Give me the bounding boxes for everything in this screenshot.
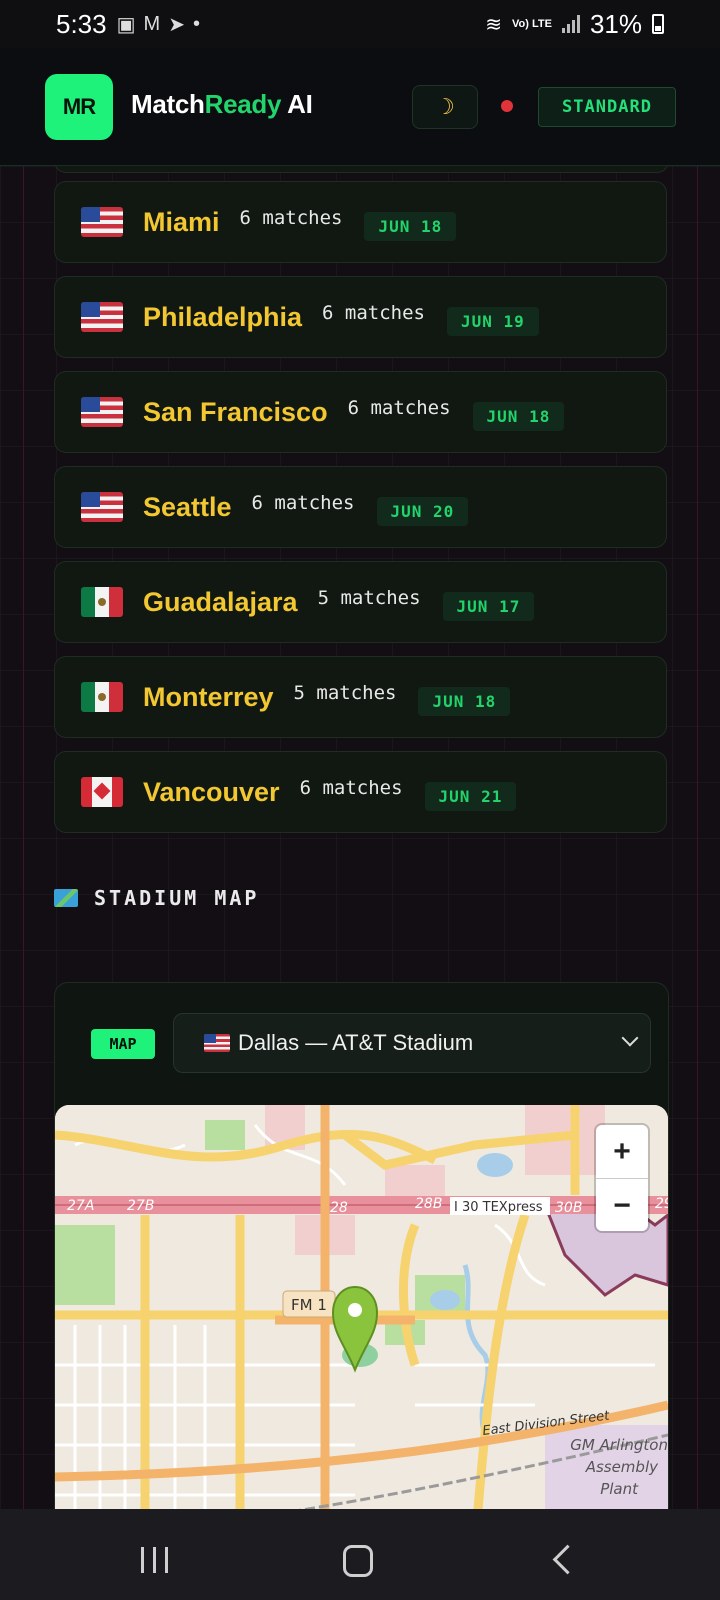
city-name: Monterrey bbox=[143, 681, 274, 712]
status-right: ≋ Vo) LTE 31% bbox=[485, 9, 664, 40]
city-matches: 6 matches bbox=[239, 207, 343, 229]
stadium-map-heading: STADIUM MAP bbox=[54, 886, 259, 910]
plant-label-line: Assembly bbox=[585, 1458, 659, 1476]
flag-icon bbox=[81, 397, 123, 427]
exit-label: 28 bbox=[330, 1200, 348, 1216]
city-name: Seattle bbox=[143, 491, 232, 522]
previous-city-row bbox=[54, 166, 669, 173]
map-view[interactable]: 27A 27B 28 28B 30B 29 I 30 TEXpress FM 1… bbox=[55, 1105, 668, 1509]
battery-icon bbox=[652, 14, 664, 34]
back-icon[interactable] bbox=[552, 1544, 583, 1575]
flag-icon bbox=[81, 682, 123, 712]
host-city-list: Miami 6 matches JUN 18 Philadelphia 6 ma… bbox=[54, 181, 667, 846]
status-left: 5:33 ▣ M ➤ • bbox=[56, 9, 200, 40]
city-row[interactable]: Monterrey 5 matches JUN 18 bbox=[54, 656, 667, 738]
main-content[interactable]: Miami 6 matches JUN 18 Philadelphia 6 ma… bbox=[0, 166, 720, 1509]
city-date-badge: JUN 17 bbox=[442, 591, 535, 621]
chevron-down-icon bbox=[621, 1029, 639, 1047]
selected-stadium: Dallas — AT&T Stadium bbox=[238, 1030, 474, 1055]
park-area bbox=[55, 1225, 115, 1305]
flag-icon bbox=[81, 302, 123, 332]
city-name: Philadelphia bbox=[143, 301, 303, 332]
city-name: Guadalajara bbox=[143, 586, 298, 617]
zoom-out-button[interactable]: − bbox=[596, 1179, 648, 1232]
battery-percent: 31% bbox=[589, 8, 642, 39]
brand-suffix: AI bbox=[281, 89, 313, 119]
status-bar: 5:33 ▣ M ➤ • ≋ Vo) LTE 31% bbox=[0, 0, 720, 48]
world-map-icon bbox=[54, 889, 78, 907]
plant-label-line: Plant bbox=[600, 1480, 639, 1498]
telegram-icon: ➤ bbox=[168, 13, 185, 36]
status-time: 5:33 bbox=[56, 8, 107, 39]
city-matches: 6 matches bbox=[322, 302, 425, 324]
exit-label: 29 bbox=[655, 1196, 668, 1212]
fm-label: FM 1 bbox=[291, 1296, 327, 1314]
stadium-map-card: MAP Dallas — AT&T Stadium 27A 27B 28 28B… bbox=[54, 982, 669, 1509]
zoom-controls: + − bbox=[596, 1125, 648, 1231]
city-matches: 5 matches bbox=[317, 587, 421, 609]
city-matches: 5 matches bbox=[293, 682, 397, 704]
notification-icons: ▣ M ➤ • bbox=[117, 12, 200, 37]
zoom-in-button[interactable]: + bbox=[596, 1125, 648, 1179]
city-date-badge: JUN 20 bbox=[376, 496, 469, 526]
city-row[interactable]: Miami 6 matches JUN 18 bbox=[54, 181, 667, 263]
brand-accent: Ready bbox=[204, 89, 282, 119]
city-matches: 6 matches bbox=[251, 492, 355, 514]
brand-title: MatchReady AI bbox=[131, 89, 313, 120]
city-row[interactable]: San Francisco 6 matches JUN 18 bbox=[54, 371, 667, 453]
city-name: Vancouver bbox=[143, 776, 280, 807]
map-tag: MAP bbox=[91, 1029, 155, 1059]
flag-icon bbox=[81, 777, 123, 807]
pond bbox=[477, 1153, 513, 1177]
park-area bbox=[205, 1120, 245, 1150]
home-icon[interactable] bbox=[343, 1545, 373, 1577]
city-date-badge: JUN 18 bbox=[364, 211, 457, 241]
lte-label: Vo) LTE bbox=[512, 17, 552, 30]
city-date-badge: JUN 21 bbox=[424, 781, 517, 811]
gmail-icon: M bbox=[143, 12, 161, 35]
exit-label: 27B bbox=[127, 1198, 154, 1214]
exit-label: 28B bbox=[415, 1196, 442, 1212]
city-matches: 6 matches bbox=[299, 777, 403, 799]
city-row[interactable]: Philadelphia 6 matches JUN 19 bbox=[54, 276, 667, 358]
plant-label-line: GM Arlington bbox=[570, 1436, 668, 1454]
brand-main: Match bbox=[131, 89, 205, 119]
stadium-select[interactable]: Dallas — AT&T Stadium bbox=[173, 1013, 651, 1073]
theme-toggle-button[interactable]: ☽ bbox=[412, 85, 478, 129]
city-date-badge: JUN 18 bbox=[418, 686, 511, 716]
city-row[interactable]: Vancouver 6 matches JUN 21 bbox=[54, 751, 667, 833]
exit-label: 27A bbox=[67, 1198, 94, 1214]
flag-icon bbox=[81, 492, 123, 522]
city-date-badge: JUN 18 bbox=[472, 401, 565, 431]
city-row[interactable]: Guadalajara 5 matches JUN 17 bbox=[54, 561, 667, 643]
dot-icon: • bbox=[192, 12, 200, 35]
app-logo[interactable]: MR bbox=[45, 74, 113, 140]
plan-badge[interactable]: STANDARD bbox=[538, 87, 676, 127]
flag-icon bbox=[81, 587, 123, 617]
city-row[interactable]: Seattle 6 matches JUN 20 bbox=[54, 466, 667, 548]
i30-label: I 30 TEXpress bbox=[454, 1200, 543, 1215]
pond bbox=[430, 1290, 460, 1310]
city-matches: 6 matches bbox=[347, 397, 451, 419]
city-name: Miami bbox=[143, 206, 220, 237]
app-header: MR MatchReady AI ☽ STANDARD bbox=[0, 48, 720, 166]
recents-icon[interactable] bbox=[141, 1547, 168, 1573]
left-rail bbox=[23, 166, 24, 1509]
map-tiles[interactable]: 27A 27B 28 28B 30B 29 I 30 TEXpress FM 1… bbox=[55, 1105, 668, 1509]
flag-icon bbox=[204, 1034, 230, 1052]
live-status-dot bbox=[501, 100, 513, 112]
wifi-icon: ≋ bbox=[485, 13, 503, 36]
gallery-icon: ▣ bbox=[116, 13, 136, 36]
exit-label: 30B bbox=[555, 1200, 582, 1216]
moon-icon: ☽ bbox=[435, 94, 455, 119]
right-rail bbox=[697, 166, 698, 1509]
section-title-text: STADIUM MAP bbox=[94, 886, 260, 910]
flag-icon bbox=[81, 207, 123, 237]
system-nav-bar bbox=[0, 1509, 720, 1600]
city-date-badge: JUN 19 bbox=[447, 306, 539, 336]
signal-icon bbox=[561, 15, 580, 33]
city-name: San Francisco bbox=[143, 396, 328, 427]
